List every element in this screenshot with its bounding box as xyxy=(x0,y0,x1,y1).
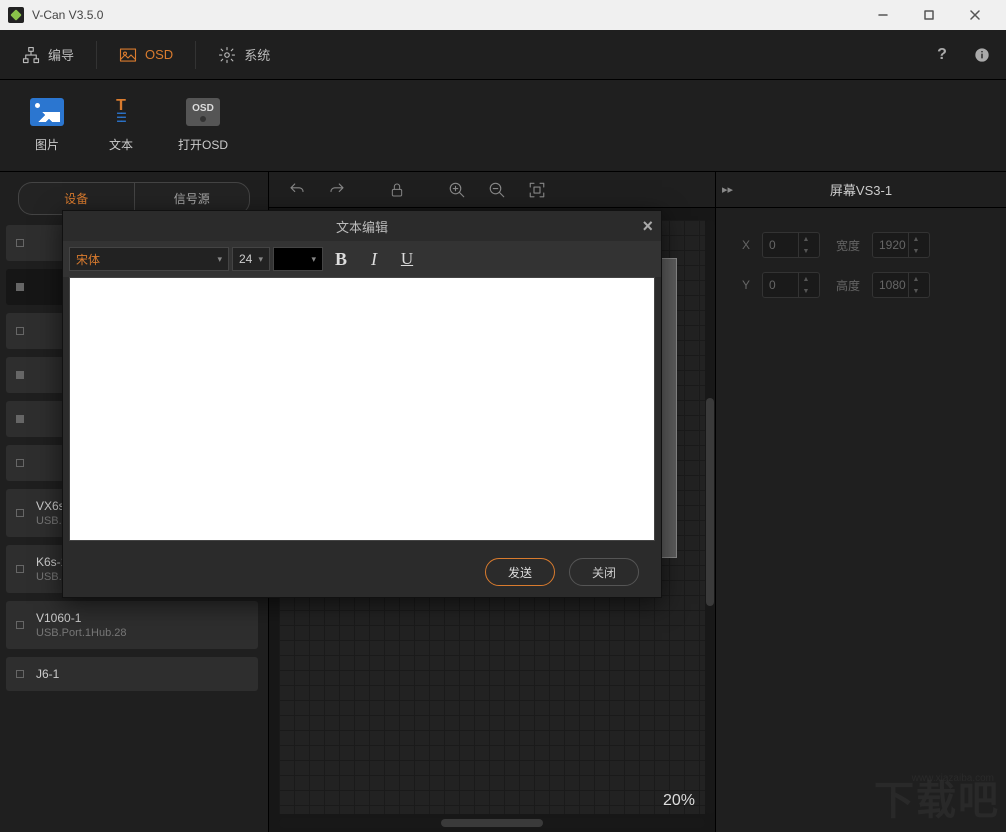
dialog-toolbar: 宋体▾ 24▾ ▾ B I U xyxy=(63,241,661,277)
ribbon-text-label: 文本 xyxy=(109,136,133,153)
vertical-scrollbar[interactable] xyxy=(705,220,715,814)
height-label: 高度 xyxy=(832,277,860,294)
redo-button[interactable] xyxy=(319,176,355,204)
gear-icon xyxy=(218,46,236,64)
checkbox-icon[interactable] xyxy=(16,509,24,517)
expand-icon[interactable]: ▸▸ xyxy=(722,183,733,196)
menu-system[interactable]: 系统 xyxy=(196,30,292,80)
undo-button[interactable] xyxy=(279,176,315,204)
menu-guide-label: 编导 xyxy=(48,45,74,64)
list-item[interactable]: J6-1 xyxy=(6,657,258,691)
top-menu: 编导 OSD 系统 ? xyxy=(0,30,1006,80)
checkbox-icon[interactable] xyxy=(16,239,24,247)
ribbon: 图片 T━━━━━━ 文本 OSD 打开OSD xyxy=(0,80,1006,172)
zoom-out-button[interactable] xyxy=(479,176,515,204)
minimize-button[interactable] xyxy=(860,0,906,30)
font-color-select[interactable]: ▾ xyxy=(273,247,323,271)
font-family-select[interactable]: 宋体▾ xyxy=(69,247,229,271)
close-button[interactable]: 关闭 xyxy=(569,558,639,586)
lock-button[interactable] xyxy=(379,176,415,204)
help-button[interactable]: ? xyxy=(926,39,958,71)
ribbon-image[interactable]: 图片 xyxy=(30,98,64,153)
dialog-titlebar[interactable]: 文本编辑 × xyxy=(63,211,661,241)
dialog-close-icon[interactable]: × xyxy=(642,216,653,237)
hierarchy-icon xyxy=(22,46,40,64)
ribbon-image-label: 图片 xyxy=(35,136,59,153)
properties-header: ▸▸ 屏幕VS3-1 xyxy=(716,172,1006,208)
y-input[interactable]: 0▲▼ xyxy=(762,272,820,298)
checkbox-icon[interactable] xyxy=(16,621,24,629)
checkbox-icon[interactable] xyxy=(16,283,24,291)
ribbon-openosd-label: 打开OSD xyxy=(178,136,228,153)
horizontal-scrollbar[interactable] xyxy=(279,818,705,828)
window-title: V-Can V3.5.0 xyxy=(32,8,860,22)
width-label: 宽度 xyxy=(832,237,860,254)
image-icon xyxy=(30,98,64,126)
dialog-title: 文本编辑 xyxy=(336,217,388,236)
zoom-in-button[interactable] xyxy=(439,176,475,204)
x-input[interactable]: 0▲▼ xyxy=(762,232,820,258)
device-name: J6-1 xyxy=(36,667,59,681)
maximize-button[interactable] xyxy=(906,0,952,30)
text-editor[interactable] xyxy=(69,277,655,541)
device-name: V1060-1 xyxy=(36,611,127,625)
checkbox-icon[interactable] xyxy=(16,327,24,335)
underline-button[interactable]: U xyxy=(392,247,422,271)
menu-osd[interactable]: OSD xyxy=(97,30,195,80)
device-sub: USB.Port.1Hub.28 xyxy=(36,627,127,639)
list-item[interactable]: V1060-1 USB.Port.1Hub.28 xyxy=(6,601,258,649)
ribbon-text[interactable]: T━━━━━━ 文本 xyxy=(104,98,138,153)
italic-button[interactable]: I xyxy=(359,247,389,271)
canvas-toolbar xyxy=(269,172,715,208)
properties-title: 屏幕VS3-1 xyxy=(830,180,892,199)
menu-osd-label: OSD xyxy=(145,47,173,62)
text-icon: T━━━━━━ xyxy=(104,98,138,126)
send-button[interactable]: 发送 xyxy=(485,558,555,586)
checkbox-icon[interactable] xyxy=(16,459,24,467)
font-size-select[interactable]: 24▾ xyxy=(232,247,270,271)
bold-button[interactable]: B xyxy=(326,247,356,271)
checkbox-icon[interactable] xyxy=(16,371,24,379)
y-label: Y xyxy=(734,278,750,292)
picture-icon xyxy=(119,46,137,64)
menu-system-label: 系统 xyxy=(244,45,270,64)
checkbox-icon[interactable] xyxy=(16,415,24,423)
menu-guide[interactable]: 编导 xyxy=(0,30,96,80)
app-logo-icon xyxy=(8,7,24,23)
dialog-footer: 发送 关闭 xyxy=(63,547,661,597)
close-button[interactable] xyxy=(952,0,998,30)
checkbox-icon[interactable] xyxy=(16,565,24,573)
osd-icon: OSD xyxy=(186,98,220,126)
text-edit-dialog: 文本编辑 × 宋体▾ 24▾ ▾ B I U 发送 关闭 xyxy=(62,210,662,598)
height-input[interactable]: 1080▲▼ xyxy=(872,272,930,298)
width-input[interactable]: 1920▲▼ xyxy=(872,232,930,258)
x-label: X xyxy=(734,238,750,252)
info-button[interactable] xyxy=(966,39,998,71)
properties-panel: ▸▸ 屏幕VS3-1 X 0▲▼ 宽度 1920▲▼ Y 0▲▼ 高度 1080… xyxy=(716,172,1006,832)
title-bar: V-Can V3.5.0 xyxy=(0,0,1006,30)
ribbon-open-osd[interactable]: OSD 打开OSD xyxy=(178,98,228,153)
fit-screen-button[interactable] xyxy=(519,176,555,204)
zoom-level: 20% xyxy=(663,792,695,810)
checkbox-icon[interactable] xyxy=(16,670,24,678)
